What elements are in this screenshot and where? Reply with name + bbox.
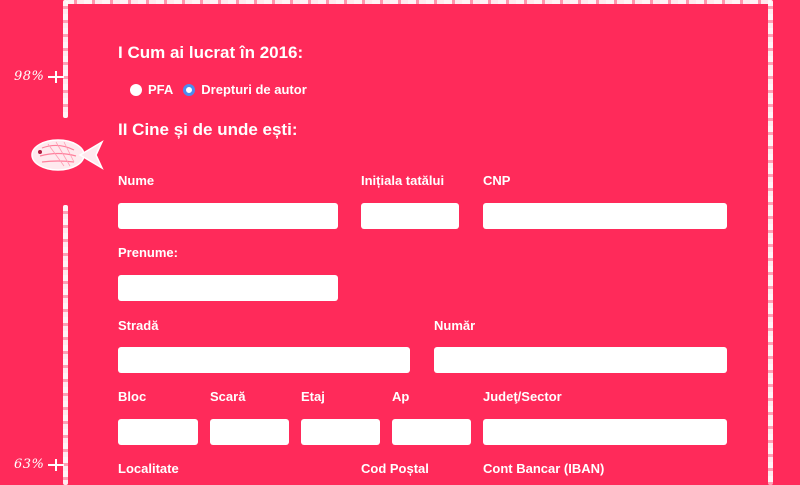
progress-tick-top — [48, 70, 65, 83]
frame-left-border-top — [63, 0, 68, 118]
radio-drepturi-de-autor-label[interactable]: Drepturi de autor — [201, 82, 306, 97]
work-type-radio-group: PFA Drepturi de autor — [130, 82, 311, 97]
etaj-label: Etaj — [301, 389, 325, 404]
radio-drepturi-de-autor[interactable] — [183, 83, 196, 96]
judet-sector-label: Judeţ/Sector — [483, 389, 562, 404]
strada-label: Stradă — [118, 318, 159, 333]
fish-icon — [31, 139, 104, 171]
progress-marker-bottom: 63% — [14, 457, 65, 472]
ap-input[interactable] — [392, 419, 471, 445]
cnp-input[interactable] — [483, 203, 727, 229]
scara-label: Scară — [210, 389, 246, 404]
initiala-tatalui-label: Inițiala tatălui — [361, 173, 445, 188]
numar-input[interactable] — [434, 347, 727, 373]
cnp-label: CNP — [483, 173, 511, 188]
scara-input[interactable] — [210, 419, 289, 445]
ap-label: Ap — [392, 389, 410, 404]
iban-label: Cont Bancar (IBAN) — [483, 461, 605, 476]
progress-label-bottom: 63% — [14, 457, 45, 472]
progress-label-top: 98% — [14, 69, 45, 84]
frame-right-border — [768, 0, 773, 485]
bloc-input[interactable] — [118, 419, 198, 445]
prenume-label: Prenume: — [118, 245, 178, 260]
radio-pfa[interactable] — [130, 83, 142, 96]
judet-sector-input[interactable] — [483, 419, 727, 445]
frame-top-border — [66, 0, 771, 4]
frame-left-border-bottom — [63, 205, 68, 485]
numar-label: Număr — [434, 318, 476, 333]
localitate-label: Localitate — [118, 461, 179, 476]
nume-label: Nume — [118, 173, 155, 188]
initiala-tatalui-input[interactable] — [361, 203, 459, 229]
prenume-input[interactable] — [118, 275, 338, 301]
bloc-label: Bloc — [118, 389, 147, 404]
radio-pfa-label[interactable]: PFA — [148, 82, 173, 97]
nume-input[interactable] — [118, 203, 338, 229]
strada-input[interactable] — [118, 347, 410, 373]
etaj-input[interactable] — [301, 419, 380, 445]
progress-tick-bottom — [48, 458, 65, 471]
section1-title: I Cum ai lucrat în 2016: — [118, 43, 304, 62]
progress-marker-top: 98% — [14, 69, 65, 84]
cod-postal-label: Cod Poștal — [361, 461, 429, 476]
section2-title: II Cine și de unde ești: — [118, 120, 298, 139]
